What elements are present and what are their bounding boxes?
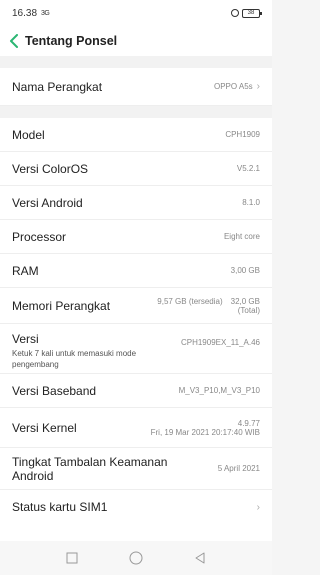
kernel-item: Versi Kernel 4.9.77 Fri, 19 Mar 2021 20:…	[0, 408, 272, 448]
info-value: CPH1909	[225, 130, 260, 139]
chevron-right-icon: ›	[256, 501, 260, 513]
info-row-processor: Processor Eight core	[0, 220, 272, 254]
info-value: V5.2.1	[236, 164, 260, 173]
security-patch-value: 5 April 2021	[217, 464, 260, 473]
version-item[interactable]: Versi Ketuk 7 kali untuk memasuki mode p…	[0, 324, 272, 374]
info-value: 3,00 GB	[230, 266, 260, 275]
sim-status-label: Status kartu SIM1	[12, 500, 108, 514]
alarm-icon	[231, 9, 239, 17]
info-label: Versi Android	[12, 195, 83, 210]
build-number: CPH1909EX_11_A.46	[180, 338, 260, 347]
info-label: Versi ColorOS	[12, 161, 89, 176]
info-value: Eight core	[223, 232, 260, 241]
baseband-item: Versi Baseband M_V3_P10,M_V3_P10	[0, 374, 272, 408]
info-row-android: Versi Android 8.1.0	[0, 186, 272, 220]
page-title: Tentang Ponsel	[25, 34, 118, 48]
baseband-value: M_V3_P10,M_V3_P10	[178, 386, 260, 395]
info-value: 8.1.0	[242, 198, 260, 207]
info-label: Model	[12, 127, 45, 142]
info-label: RAM	[12, 263, 39, 278]
security-patch-label: Tingkat Tambalan Keamanan Android	[12, 454, 168, 483]
screen: 16.38 3G 38 Tentang Ponsel Nama Perangka…	[0, 0, 272, 575]
clock: 16.38	[12, 7, 38, 19]
storage-available: 9,57 GB (tersedia)	[157, 296, 223, 306]
sim-status-item[interactable]: Status kartu SIM1 ›	[0, 490, 272, 524]
device-name-value: OPPO A5s	[213, 82, 253, 91]
section-divider	[0, 56, 272, 68]
kernel-label: Versi Kernel	[12, 420, 77, 435]
section-divider	[0, 106, 272, 118]
signal-icon: 3G	[41, 9, 50, 17]
header: Tentang Ponsel	[0, 26, 272, 56]
developer-hint: Ketuk 7 kali untuk memasuki mode pengemb…	[12, 349, 137, 369]
back-arrow-icon[interactable]	[6, 30, 22, 52]
storage-label: Memori Perangkat	[12, 298, 111, 313]
device-name-item[interactable]: Nama Perangkat OPPO A5s ›	[0, 68, 272, 106]
storage-total-note: (Total)	[237, 305, 260, 315]
storage-total: 32,0 GB	[230, 296, 260, 306]
version-label: Versi	[12, 332, 39, 346]
status-bar: 16.38 3G 38	[0, 0, 272, 26]
kernel-date: Fri, 19 Mar 2021 20:17:40 WIB	[150, 427, 260, 437]
battery-icon: 38	[242, 8, 262, 18]
device-name-label: Nama Perangkat	[12, 79, 103, 94]
recents-button[interactable]	[64, 550, 80, 566]
security-patch-item: Tingkat Tambalan Keamanan Android 5 Apri…	[0, 448, 272, 490]
baseband-label: Versi Baseband	[12, 383, 97, 398]
info-row-model: Model CPH1909	[0, 118, 272, 152]
home-button[interactable]	[128, 550, 144, 566]
kernel-version: 4.9.77	[237, 418, 260, 428]
info-row-ram: RAM 3,00 GB	[0, 254, 272, 288]
storage-item[interactable]: Memori Perangkat 9,57 GB (tersedia) 32,0…	[0, 288, 272, 324]
info-row-coloros: Versi ColorOS V5.2.1	[0, 152, 272, 186]
back-button[interactable]	[192, 550, 208, 566]
navigation-bar	[0, 541, 272, 575]
chevron-right-icon: ›	[256, 81, 260, 92]
info-label: Processor	[12, 229, 67, 244]
